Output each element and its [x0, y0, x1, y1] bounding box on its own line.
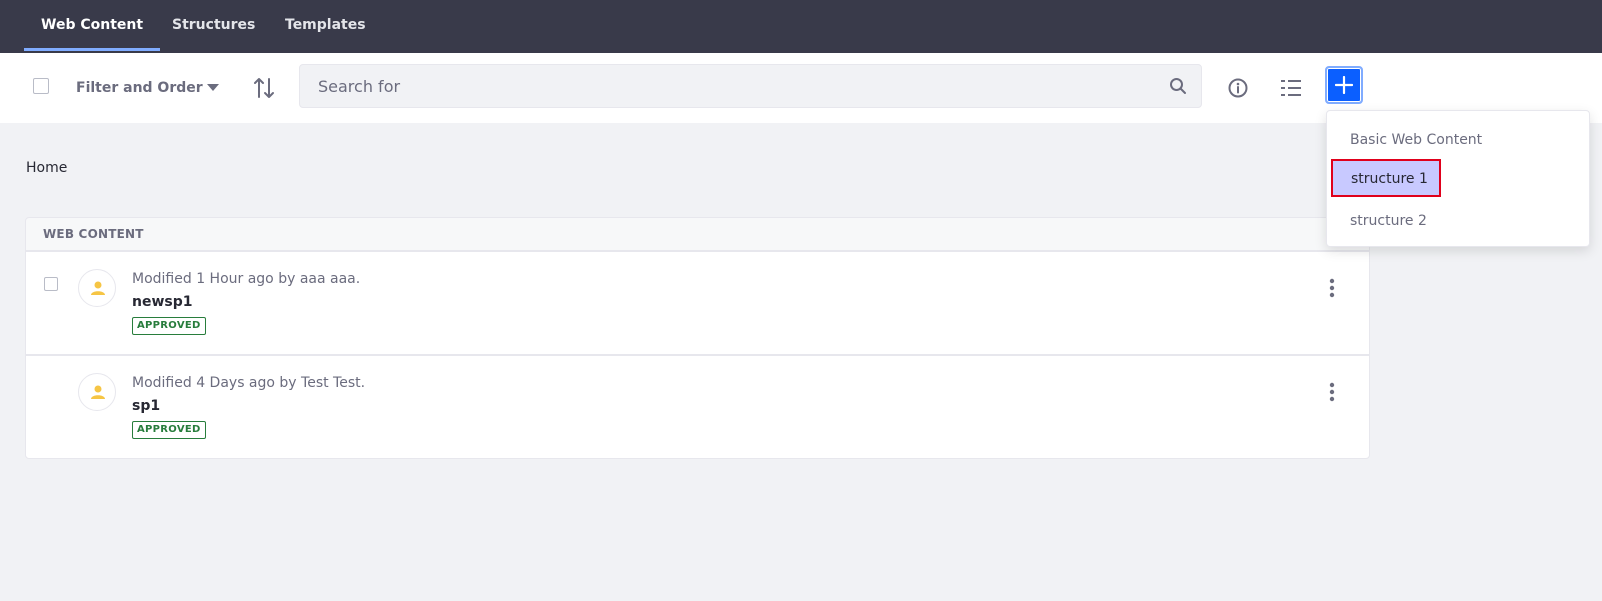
avatar: [78, 373, 116, 411]
modified-info: Modified 1 Hour ago by aaa aaa.: [132, 271, 361, 287]
list-header-label: WEB CONTENT: [43, 227, 144, 241]
select-all-checkbox[interactable]: [33, 78, 49, 94]
modified-info: Modified 4 Days ago by Test Test.: [132, 375, 366, 391]
search-icon[interactable]: [1169, 77, 1187, 95]
tab-templates[interactable]: Templates: [285, 0, 366, 53]
kebab-menu-icon[interactable]: [1322, 380, 1342, 404]
sort-icon[interactable]: [252, 76, 276, 100]
avatar: [78, 269, 116, 307]
article-title[interactable]: newsp1: [132, 294, 193, 310]
plus-icon: [1335, 76, 1353, 94]
breadcrumb-home[interactable]: Home: [26, 160, 67, 176]
search-input[interactable]: [300, 65, 1160, 107]
status-badge: APPROVED: [132, 421, 206, 439]
list-view-icon[interactable]: [1279, 76, 1303, 100]
article-title[interactable]: sp1: [132, 398, 160, 414]
add-dropdown-menu: Basic Web Content structure 1 structure …: [1326, 110, 1590, 247]
user-icon: [91, 281, 105, 295]
menu-item-structure-2[interactable]: structure 2: [1350, 211, 1427, 231]
list-header: WEB CONTENT: [25, 217, 1370, 251]
list-item[interactable]: Modified 1 Hour ago by aaa aaa. newsp1 A…: [25, 251, 1370, 355]
search-bar: [299, 64, 1202, 108]
add-button[interactable]: [1325, 66, 1363, 104]
row-checkbox[interactable]: [44, 277, 58, 291]
kebab-menu-icon[interactable]: [1322, 276, 1342, 300]
caret-down-icon[interactable]: [207, 84, 219, 91]
tab-structures[interactable]: Structures: [172, 0, 255, 53]
user-icon: [91, 385, 105, 399]
info-icon[interactable]: [1227, 77, 1249, 99]
top-navigation: Web Content Structures Templates: [0, 0, 1602, 53]
menu-item-structure-1[interactable]: structure 1: [1331, 159, 1441, 197]
list-item[interactable]: Modified 4 Days ago by Test Test. sp1 AP…: [25, 355, 1370, 459]
menu-item-basic-web-content[interactable]: Basic Web Content: [1350, 130, 1482, 150]
status-badge: APPROVED: [132, 317, 206, 335]
filter-and-order-button[interactable]: Filter and Order: [76, 77, 203, 99]
tab-web-content[interactable]: Web Content: [23, 0, 161, 53]
